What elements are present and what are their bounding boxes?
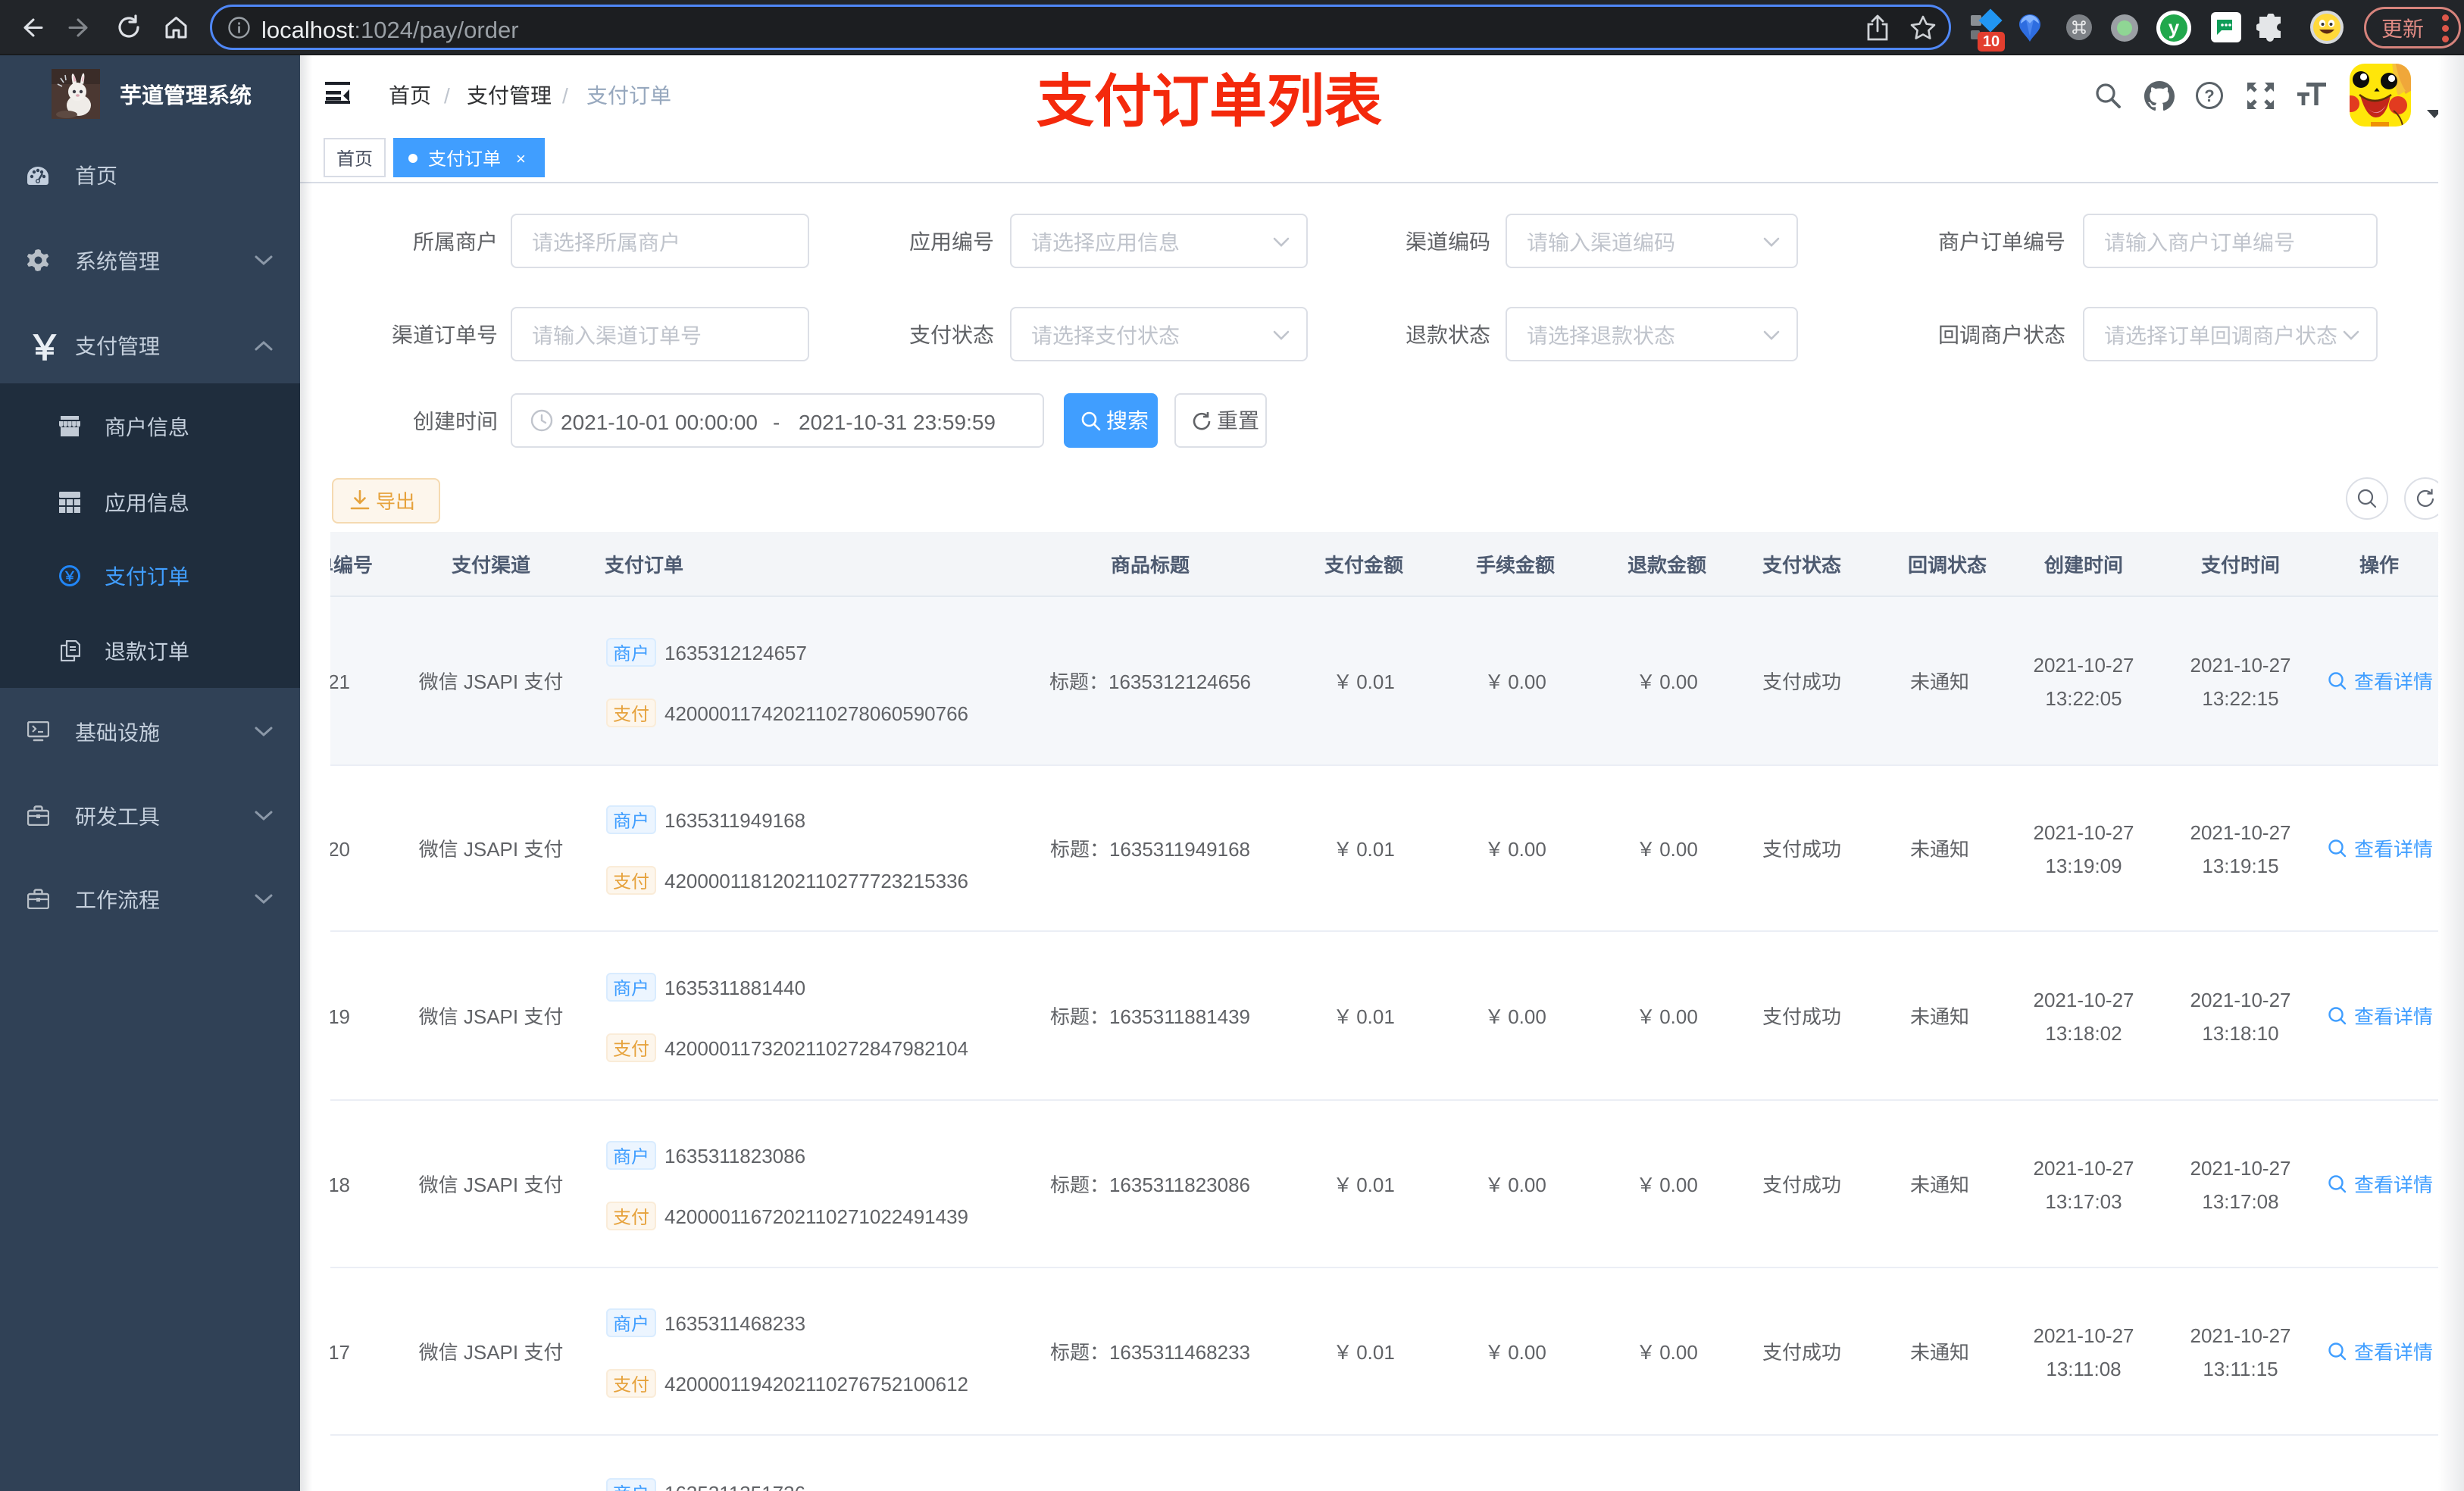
svg-text:?: ? [2204,86,2214,105]
